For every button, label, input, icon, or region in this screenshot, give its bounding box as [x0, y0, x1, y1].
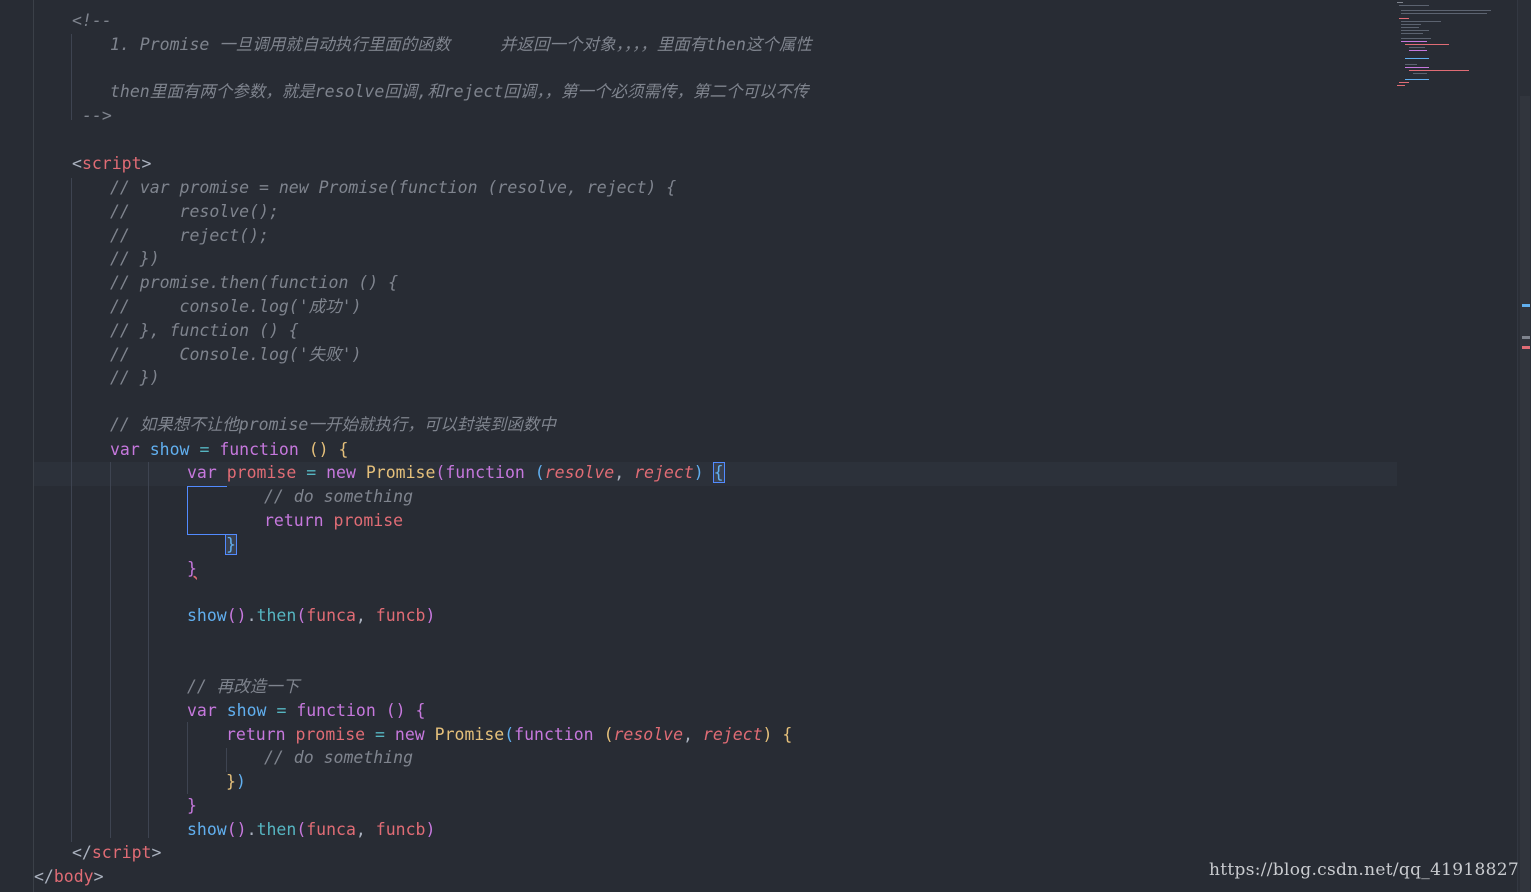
code-line-9: // resolve(); [110, 200, 279, 224]
indent-guide [110, 462, 111, 838]
code-line-35: show().then(funca, funcb) [187, 820, 436, 839]
scrollbar-marker [1522, 304, 1530, 307]
code-line-32: // do something [264, 748, 414, 767]
scrollbar-thumb[interactable] [1520, 96, 1530, 892]
code-editor[interactable]: <!-- 1. Promise 一旦调用就自动执行里面的函数 并返回一个对象，，… [0, 0, 1517, 892]
code-line-33: }) [226, 772, 246, 791]
code-line-36: </script> [72, 843, 162, 862]
code-line-12: // promise.then(function () { [110, 271, 398, 295]
code-line-21: // do something [264, 487, 414, 506]
code-line-1: <!-- [72, 9, 112, 33]
scrollbar-marker [1522, 336, 1530, 339]
code-line-29: // 再改造一下 [187, 677, 300, 696]
code-line-11: // }) [110, 247, 160, 271]
comment-text: // reject(); [110, 226, 269, 245]
code-line-15: // Console.log('失败') [110, 343, 362, 367]
comment-text: // var promise = new Promise(function (r… [110, 178, 677, 197]
code-line-34: } [187, 796, 197, 815]
code-line-4: then里面有两个参数，就是resolve回调,和reject回调，，第一个必须… [110, 80, 809, 104]
comment-text: // }) [110, 368, 160, 387]
code-line-30: var show = function () { [187, 701, 426, 720]
comment-text: // }) [110, 249, 160, 268]
code-line-7: <script> [72, 154, 152, 173]
code-line-5: --> [82, 104, 112, 128]
watermark: https://blog.csdn.net/qq_41918827 [1209, 860, 1519, 880]
script-open-tag: script [81, 154, 142, 173]
indent-guide [226, 748, 227, 772]
bracket-scope-box [187, 486, 227, 535]
script-close-tag: script [91, 843, 152, 862]
code-line-8: // var promise = new Promise(function (r… [110, 176, 676, 200]
code-line-23: } [225, 534, 237, 555]
code-line-2: 1. Promise 一旦调用就自动执行里面的函数 并返回一个对象，，，，里面有… [110, 33, 812, 57]
code-line-13: // console.log('成功') [110, 295, 362, 319]
indent-guide [148, 462, 149, 838]
indent-guide [71, 178, 72, 842]
comment-text: // }, function () { [110, 321, 299, 340]
body-close-tag: body [53, 867, 94, 886]
comment-text: // 如果想不让他promise一开始就执行，可以封装到函数中 [110, 415, 556, 434]
comment-text: // promise.then(function () { [110, 273, 399, 292]
code-line-31: return promise = new Promise(function (r… [226, 725, 793, 744]
comment-text: // resolve(); [110, 202, 279, 221]
code-line-22: return promise [264, 511, 404, 530]
code-line-24: } [187, 559, 197, 578]
comment-text: // console.log('成功') [110, 297, 362, 316]
code-line-26: show().then(funca, funcb) [187, 606, 436, 625]
indent-guide [187, 722, 188, 794]
comment-text: then里面有两个参数，就是resolve回调,和reject回调，，第一个必须… [110, 82, 809, 101]
code-line-16: // }) [110, 366, 160, 390]
code-line-20: var promise = new Promise(function (reso… [187, 462, 725, 483]
code-line-37: </body> [34, 867, 104, 886]
code-line-19: var show = function () { [110, 440, 349, 459]
indent-guide [71, 34, 72, 120]
code-line-14: // }, function () { [110, 319, 299, 343]
comment-text: // Console.log('失败') [110, 345, 362, 364]
vertical-scrollbar[interactable] [1517, 0, 1531, 892]
comment-text: 1. Promise 一旦调用就自动执行里面的函数 并返回一个对象，，，，里面有… [110, 35, 812, 54]
scrollbar-marker [1522, 346, 1530, 349]
code-line-10: // reject(); [110, 224, 269, 248]
html-comment-open: <!-- [72, 11, 112, 30]
code-line-18: // 如果想不让他promise一开始就执行，可以封装到函数中 [110, 413, 556, 437]
gutter-divider [33, 0, 34, 892]
minimap[interactable] [1397, 0, 1517, 110]
html-comment-close: --> [82, 106, 112, 125]
